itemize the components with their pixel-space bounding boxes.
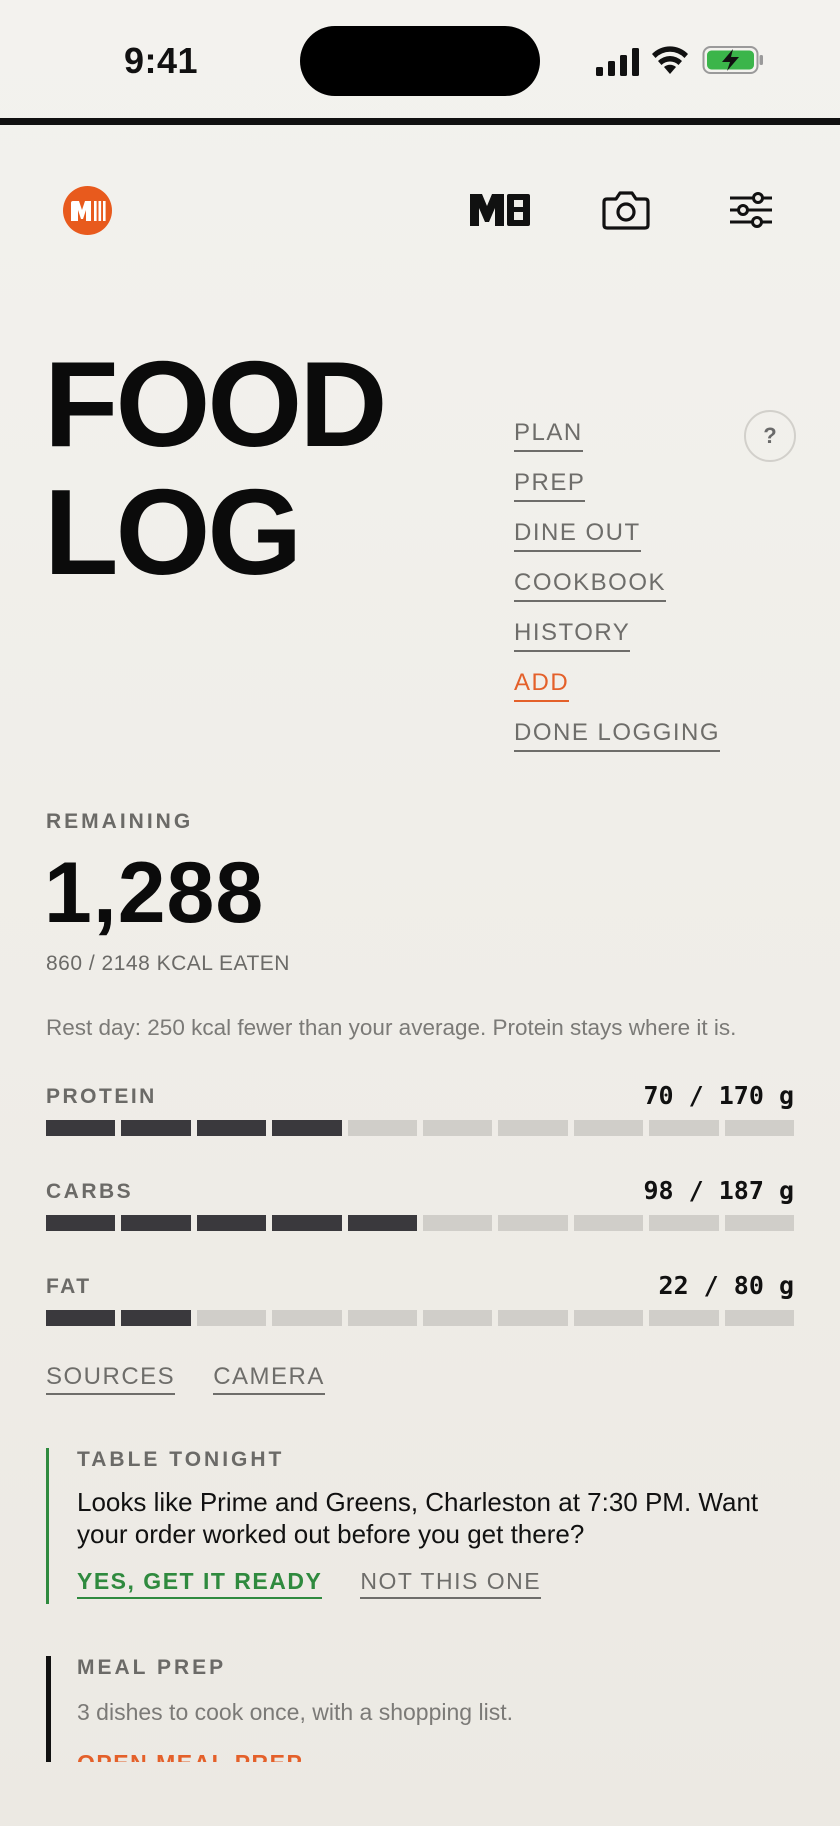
macro-bar-segment bbox=[121, 1215, 191, 1231]
sources-link[interactable]: SOURCES bbox=[46, 1363, 176, 1395]
macro-bar-segment bbox=[272, 1120, 342, 1136]
menu-item-label: ADD bbox=[514, 668, 570, 702]
card-actions: YES, GET IT READY NOT THIS ONE bbox=[77, 1568, 806, 1599]
menu-item-label: DONE LOGGING bbox=[514, 718, 721, 752]
macro-bar-segment bbox=[649, 1310, 719, 1326]
macro-bar-segment bbox=[573, 1310, 644, 1326]
macro-bar-segment bbox=[46, 1310, 116, 1326]
menu-item-label: HISTORY bbox=[514, 618, 631, 652]
logo-mark-icon bbox=[70, 200, 106, 221]
macro-progress-bar bbox=[46, 1310, 795, 1326]
app-logo[interactable] bbox=[63, 186, 112, 235]
menu-item-label: PLAN bbox=[514, 418, 583, 452]
macro-bar-segment bbox=[649, 1120, 719, 1136]
macro-bar-segment bbox=[347, 1215, 418, 1231]
status-bar: 9:41 bbox=[0, 0, 840, 118]
page-title-line-2: LOG bbox=[44, 464, 302, 600]
macro-value: 22 / 80 g bbox=[658, 1271, 794, 1300]
macro-progress-bar bbox=[46, 1215, 795, 1231]
menu-item-dine-out[interactable]: DINE OUT bbox=[514, 518, 720, 568]
table-tonight-card: TABLE TONIGHT Looks like Prime and Green… bbox=[46, 1448, 806, 1604]
card-body: 3 dishes to cook once, with a shopping l… bbox=[77, 1699, 513, 1725]
macro-name: PROTEIN bbox=[46, 1085, 157, 1108]
macro-value: 98 / 187 g bbox=[643, 1176, 794, 1205]
battery-charging-icon bbox=[702, 46, 763, 74]
section-menu: PLAN PREP DINE OUT COOKBOOK HISTORY ADD … bbox=[514, 418, 721, 768]
macro-name: FAT bbox=[46, 1275, 92, 1298]
macro-bar-segment bbox=[347, 1310, 418, 1326]
mb-icon[interactable] bbox=[470, 190, 530, 230]
macro-bar-segment bbox=[347, 1120, 418, 1136]
page-title: FOOD LOG bbox=[44, 336, 387, 600]
remaining-kcal-value: 1,288 bbox=[44, 845, 265, 941]
camera-link[interactable]: CAMERA bbox=[213, 1363, 325, 1395]
menu-item-history[interactable]: HISTORY bbox=[514, 618, 720, 668]
macro-bar-segment bbox=[121, 1310, 191, 1326]
meal-prep-card: MEAL PREP 3 dishes to cook once, with a … bbox=[46, 1656, 806, 1762]
status-time: 9:41 bbox=[124, 40, 199, 81]
remaining-label: REMAINING bbox=[46, 810, 194, 833]
macro-bar-segment bbox=[272, 1215, 342, 1231]
cellular-signal-icon bbox=[596, 48, 639, 76]
menu-item-label: COOKBOOK bbox=[514, 568, 667, 602]
macro-bar-segment bbox=[196, 1120, 267, 1136]
header-divider bbox=[0, 118, 840, 125]
menu-item-cookbook[interactable]: COOKBOOK bbox=[514, 568, 720, 618]
menu-item-label: DINE OUT bbox=[514, 518, 641, 552]
macro-bar-segment bbox=[573, 1120, 644, 1136]
card-body: Looks like Prime and Greens, Charleston … bbox=[77, 1487, 759, 1549]
yes-get-it-ready-button[interactable]: YES, GET IT READY bbox=[77, 1568, 323, 1599]
macro-progress-bar bbox=[46, 1120, 795, 1136]
macro-bar-segment bbox=[423, 1215, 493, 1231]
not-this-one-button[interactable]: NOT THIS ONE bbox=[360, 1568, 542, 1599]
menu-item-add[interactable]: ADD bbox=[514, 668, 720, 718]
card-label: TABLE TONIGHT bbox=[77, 1448, 285, 1471]
macro-bar-segment bbox=[498, 1215, 568, 1231]
kcal-eaten-text: 860 / 2148 KCAL EATEN bbox=[46, 952, 290, 975]
filter-sliders-icon[interactable] bbox=[730, 190, 772, 230]
macro-bar-segment bbox=[724, 1310, 795, 1326]
camera-icon[interactable] bbox=[602, 190, 650, 230]
macro-bar-segment bbox=[423, 1120, 493, 1136]
macro-bar-segment bbox=[498, 1310, 568, 1326]
day-note: Rest day: 250 kcal fewer than your avera… bbox=[46, 1015, 737, 1040]
macro-bar-segment bbox=[121, 1120, 191, 1136]
macro-name: CARBS bbox=[46, 1180, 134, 1203]
macro-bar-segment bbox=[423, 1310, 493, 1326]
wifi-icon bbox=[652, 46, 688, 74]
macro-bar-segment bbox=[46, 1120, 116, 1136]
macro-value: 70 / 170 g bbox=[643, 1081, 794, 1110]
macro-bar-segment bbox=[46, 1215, 116, 1231]
macro-bar-segment bbox=[724, 1215, 795, 1231]
card-label: MEAL PREP bbox=[77, 1656, 227, 1679]
open-meal-prep-link[interactable]: OPEN MEAL PREP bbox=[77, 1750, 806, 1762]
dynamic-island bbox=[300, 26, 540, 96]
page-title-line-1: FOOD bbox=[44, 336, 387, 472]
macro-bar-segment bbox=[724, 1120, 795, 1136]
menu-item-plan[interactable]: PLAN bbox=[514, 418, 720, 468]
menu-item-label: PREP bbox=[514, 468, 586, 502]
macro-bar-segment bbox=[272, 1310, 342, 1326]
macro-bar-segment bbox=[649, 1215, 719, 1231]
macro-bar-segment bbox=[573, 1215, 644, 1231]
macro-bar-segment bbox=[196, 1310, 267, 1326]
help-button[interactable]: ? bbox=[744, 410, 796, 462]
menu-item-prep[interactable]: PREP bbox=[514, 468, 720, 518]
menu-item-done-logging[interactable]: DONE LOGGING bbox=[514, 718, 721, 768]
macro-bar-segment bbox=[196, 1215, 267, 1231]
macro-bar-segment bbox=[498, 1120, 568, 1136]
macro-links: SOURCES CAMERA bbox=[46, 1363, 325, 1395]
